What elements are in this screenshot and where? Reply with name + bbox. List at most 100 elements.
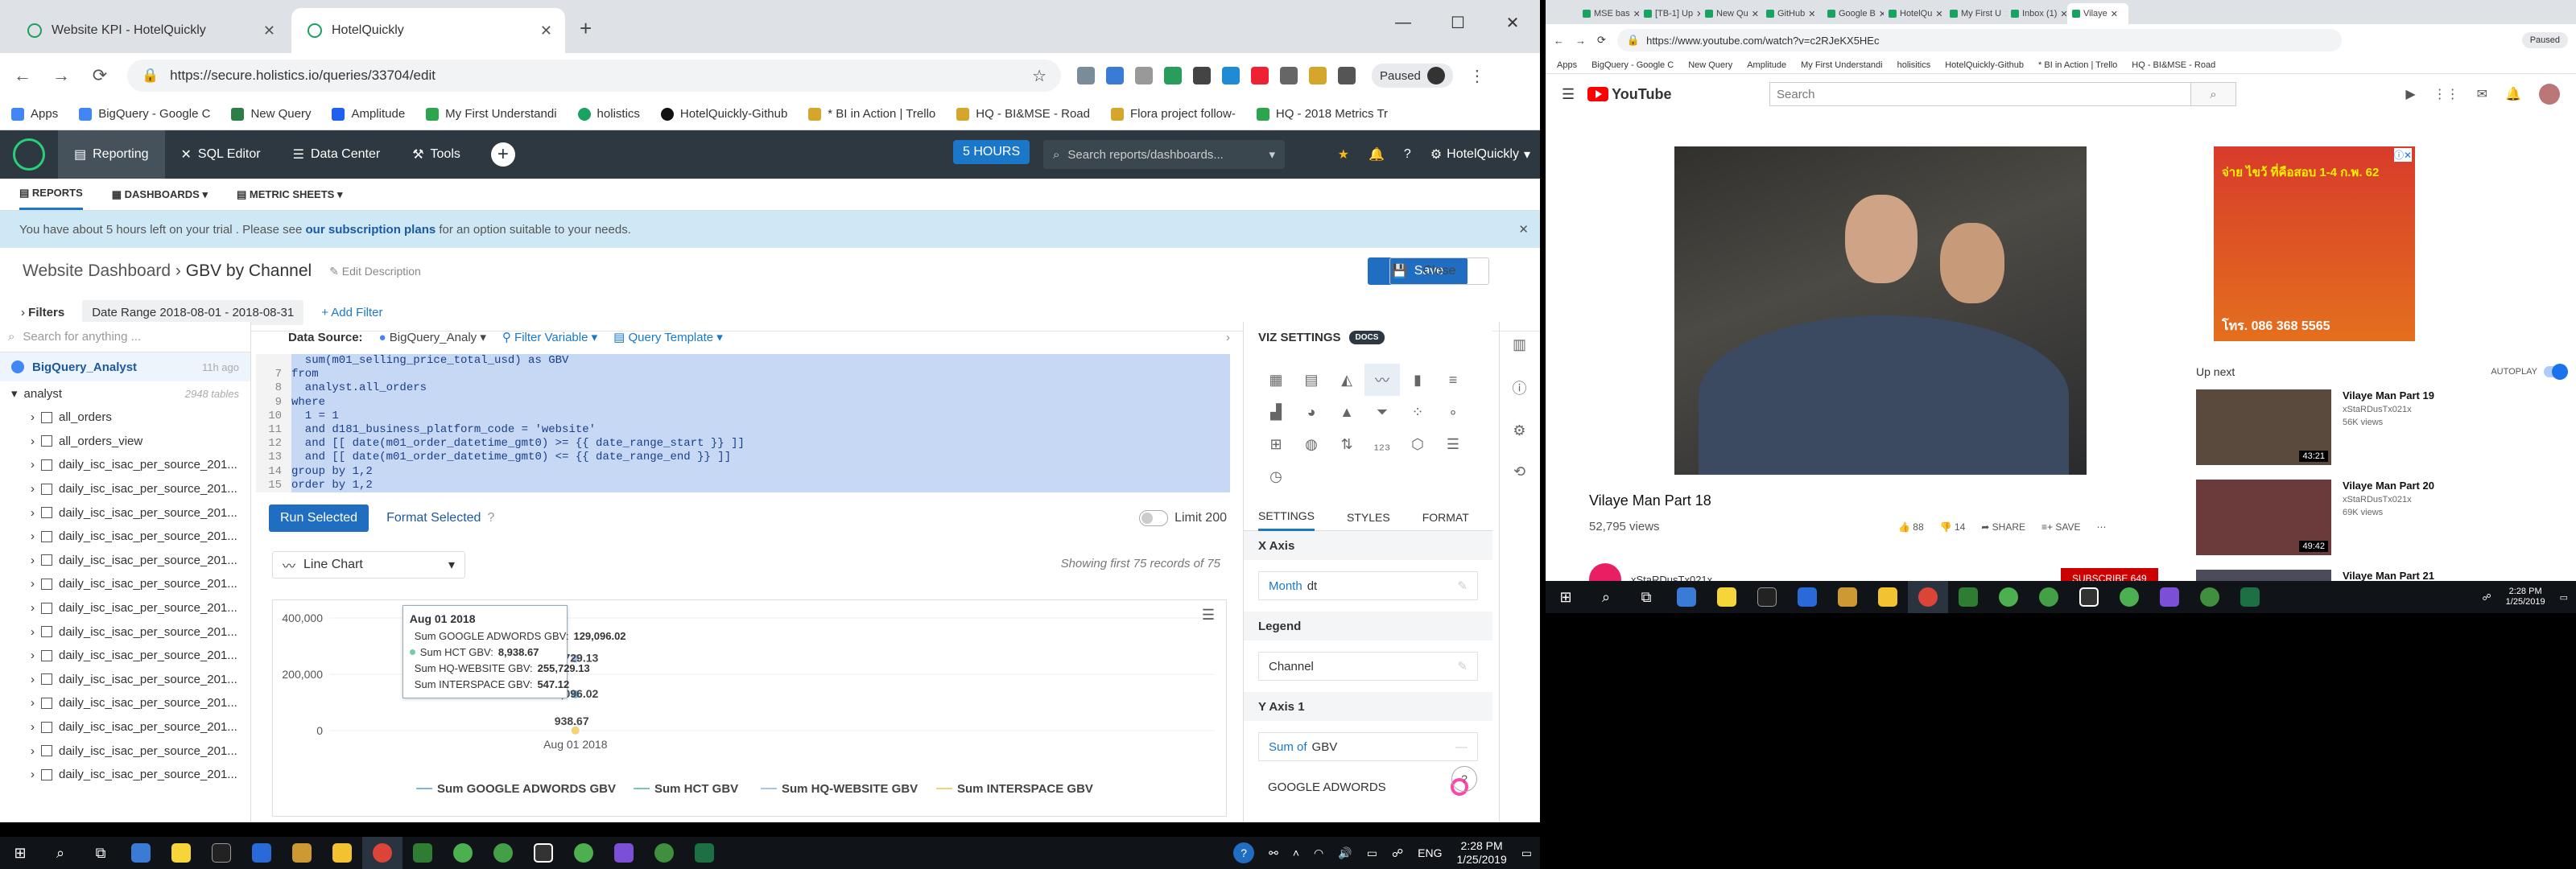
app-icon[interactable]	[2190, 581, 2230, 613]
tab-reports[interactable]: ▤ REPORTS	[19, 179, 83, 210]
close-icon[interactable]: ✕	[1633, 9, 1639, 19]
breadcrumb-parent[interactable]: Website Dashboard	[23, 262, 171, 280]
code-line[interactable]: 13 and [[ date(m01_order_datetime_gmt0) …	[256, 451, 1230, 465]
sticky-notes-icon[interactable]	[161, 837, 201, 869]
network-icon[interactable]: ☍	[1392, 846, 1403, 860]
bookmark[interactable]: New Query	[1688, 60, 1732, 70]
filter-variable-button[interactable]: ⚲ Filter Variable ▾	[502, 330, 597, 344]
close-icon[interactable]: ✕	[2111, 9, 2118, 19]
chart-type-select[interactable]: 〰 Line Chart ▾	[272, 551, 465, 579]
table-row[interactable]: › daily_isc_isac_per_source_201...	[0, 715, 250, 739]
code-line[interactable]: 9 where	[256, 395, 1230, 410]
nav-data-center[interactable]: ☰ Data Center	[277, 130, 397, 179]
chart-icon[interactable]: ▥	[1513, 336, 1526, 353]
app-icon[interactable]	[2029, 581, 2069, 613]
subscribe-button[interactable]: SUBSCRIBE 649	[2061, 568, 2158, 581]
query-template-button[interactable]: ▤ Query Template ▾	[613, 330, 723, 344]
browser-tab[interactable]: [TB-1] Up ✕	[1639, 3, 1700, 24]
nav-tools[interactable]: ⚒ Tools	[396, 130, 477, 179]
browser-tab[interactable]: GitHub ✕	[1761, 3, 1823, 24]
notifications-icon[interactable]: ▭	[1521, 846, 1532, 860]
reload-icon[interactable]: ⟳	[89, 65, 111, 86]
code-line[interactable]: 8 analyst.all_orders	[256, 381, 1230, 396]
radar-icon[interactable]: ⬡	[1400, 428, 1435, 460]
address-bar[interactable]: 🔒 https://secure.holistics.io/queries/33…	[127, 60, 1061, 92]
app-icon[interactable]	[523, 837, 564, 869]
collapse-icon[interactable]: ›	[1226, 331, 1230, 344]
legend-field[interactable]: Channel ✎	[1258, 652, 1478, 681]
table-row[interactable]: › daily_isc_isac_per_source_201...	[0, 500, 250, 525]
apps-grid-icon[interactable]: ⋮⋮	[2434, 86, 2459, 102]
add-icon[interactable]: +	[490, 142, 515, 167]
language-indicator[interactable]: ENG	[1418, 846, 1442, 859]
browser-tab[interactable]: Inbox (1) ✕	[2006, 3, 2067, 24]
chart-menu-icon[interactable]: ☰	[1202, 607, 1215, 624]
toggle-switch[interactable]	[2544, 364, 2568, 380]
app-icon[interactable]	[2109, 581, 2149, 613]
extension-icon[interactable]	[1280, 67, 1298, 84]
windows-start-icon[interactable]: ⊞	[1546, 581, 1586, 613]
edit-icon[interactable]: ✎	[1457, 579, 1468, 593]
star-icon[interactable]: ★	[1338, 146, 1349, 163]
close-icon[interactable]: ✕	[1518, 222, 1529, 237]
close-button[interactable]: Close	[1389, 257, 1489, 285]
chrome-icon[interactable]	[362, 837, 402, 869]
area-chart-icon[interactable]: ◭	[1329, 364, 1364, 396]
tab-website-kpi[interactable]: Website KPI - HotelQuickly ✕	[11, 8, 288, 53]
app-icon[interactable]	[1666, 581, 1707, 613]
wifi-icon[interactable]: ◠	[1314, 846, 1323, 860]
close-icon[interactable]: ✕	[1808, 9, 1815, 19]
search-icon[interactable]: ⌕	[1586, 581, 1626, 613]
video-thumbnail[interactable]: 49:42	[2196, 480, 2331, 555]
app-icon[interactable]	[282, 837, 322, 869]
extension-icon[interactable]	[1193, 67, 1211, 84]
history-icon[interactable]: ⟲	[1513, 463, 1525, 480]
video-thumbnail[interactable]	[2196, 570, 2331, 581]
bar-chart-icon[interactable]: ≡	[1435, 364, 1471, 396]
table-row[interactable]: › daily_isc_isac_per_source_201...	[0, 549, 250, 573]
bookmark[interactable]: HotelQuickly-Github	[1945, 60, 2024, 70]
browser-tab[interactable]: Google B ✕	[1823, 3, 1884, 24]
nav-sql-editor[interactable]: ✕ SQL Editor	[165, 130, 277, 179]
y-axis-field[interactable]: Sum of GBV —	[1258, 732, 1478, 761]
forward-icon[interactable]: →	[1575, 35, 1586, 47]
extension-icon[interactable]	[1164, 67, 1182, 84]
number-icon[interactable]: ₁₂₃	[1364, 428, 1400, 460]
table-row[interactable]: › daily_isc_isac_per_source_201...	[0, 620, 250, 644]
code-line[interactable]: 14 group by 1,2	[256, 464, 1230, 479]
terminal-icon[interactable]	[201, 837, 242, 869]
funnel-icon[interactable]: ⏷	[1364, 396, 1400, 428]
code-line[interactable]: sum(m01_selling_price_total_usd) as GBV	[256, 354, 1230, 369]
profile-button[interactable]: Paused	[1372, 64, 1453, 88]
bookmark[interactable]: HQ - BI&MSE - Road	[2132, 60, 2215, 70]
bookmark[interactable]: HQ - 2018 Metrics Tr	[1256, 107, 1388, 121]
tab-hotelquickly[interactable]: HotelQuickly ✕	[291, 8, 565, 53]
close-icon[interactable]: ✕	[1935, 9, 1942, 19]
right-address-bar[interactable]: 🔒 https://www.youtube.com/watch?v=c2RJeKX…	[1616, 29, 2342, 51]
video-player[interactable]	[1674, 146, 2087, 475]
table-row[interactable]: › all_orders	[0, 406, 250, 430]
tab-dashboards[interactable]: ▦ DASHBOARDS ▾	[112, 188, 208, 201]
table-row[interactable]: › daily_isc_isac_per_source_201...	[0, 572, 250, 596]
star-icon[interactable]: ☆	[1032, 66, 1046, 86]
forward-icon[interactable]: →	[50, 65, 72, 86]
close-window-icon[interactable]: ✕	[1485, 6, 1540, 39]
clock[interactable]: 2:28 PM 1/25/2019	[2506, 587, 2545, 607]
close-icon[interactable]: ✕	[540, 23, 552, 39]
pivot-icon[interactable]: ▤	[1294, 364, 1329, 396]
youtube-logo[interactable]: YouTube	[1587, 86, 1671, 103]
company-menu[interactable]: ⚙ HotelQuickly ▾	[1430, 146, 1530, 163]
sticky-notes-icon[interactable]	[1707, 581, 1747, 613]
app-icon[interactable]	[242, 837, 282, 869]
browser-tab[interactable]: HotelQu ✕	[1884, 3, 1945, 24]
legend-item[interactable]: Sum INTERSPACE GBV	[957, 782, 1093, 796]
line-chart-icon[interactable]: 〰	[1364, 364, 1400, 396]
tab-settings[interactable]: SETTINGS	[1258, 503, 1315, 531]
info-icon[interactable]: ⓘ	[1513, 377, 1527, 398]
schema-group[interactable]: ▾ analyst 2948 tables	[0, 381, 250, 406]
table-row[interactable]: › daily_isc_isac_per_source_201...	[0, 596, 250, 620]
run-selected-button[interactable]: Run Selected	[269, 505, 369, 532]
help-icon[interactable]: ?	[1451, 766, 1477, 792]
bookmark[interactable]: * BI in Action | Trello	[808, 107, 935, 121]
help-icon[interactable]: ?	[487, 511, 494, 525]
